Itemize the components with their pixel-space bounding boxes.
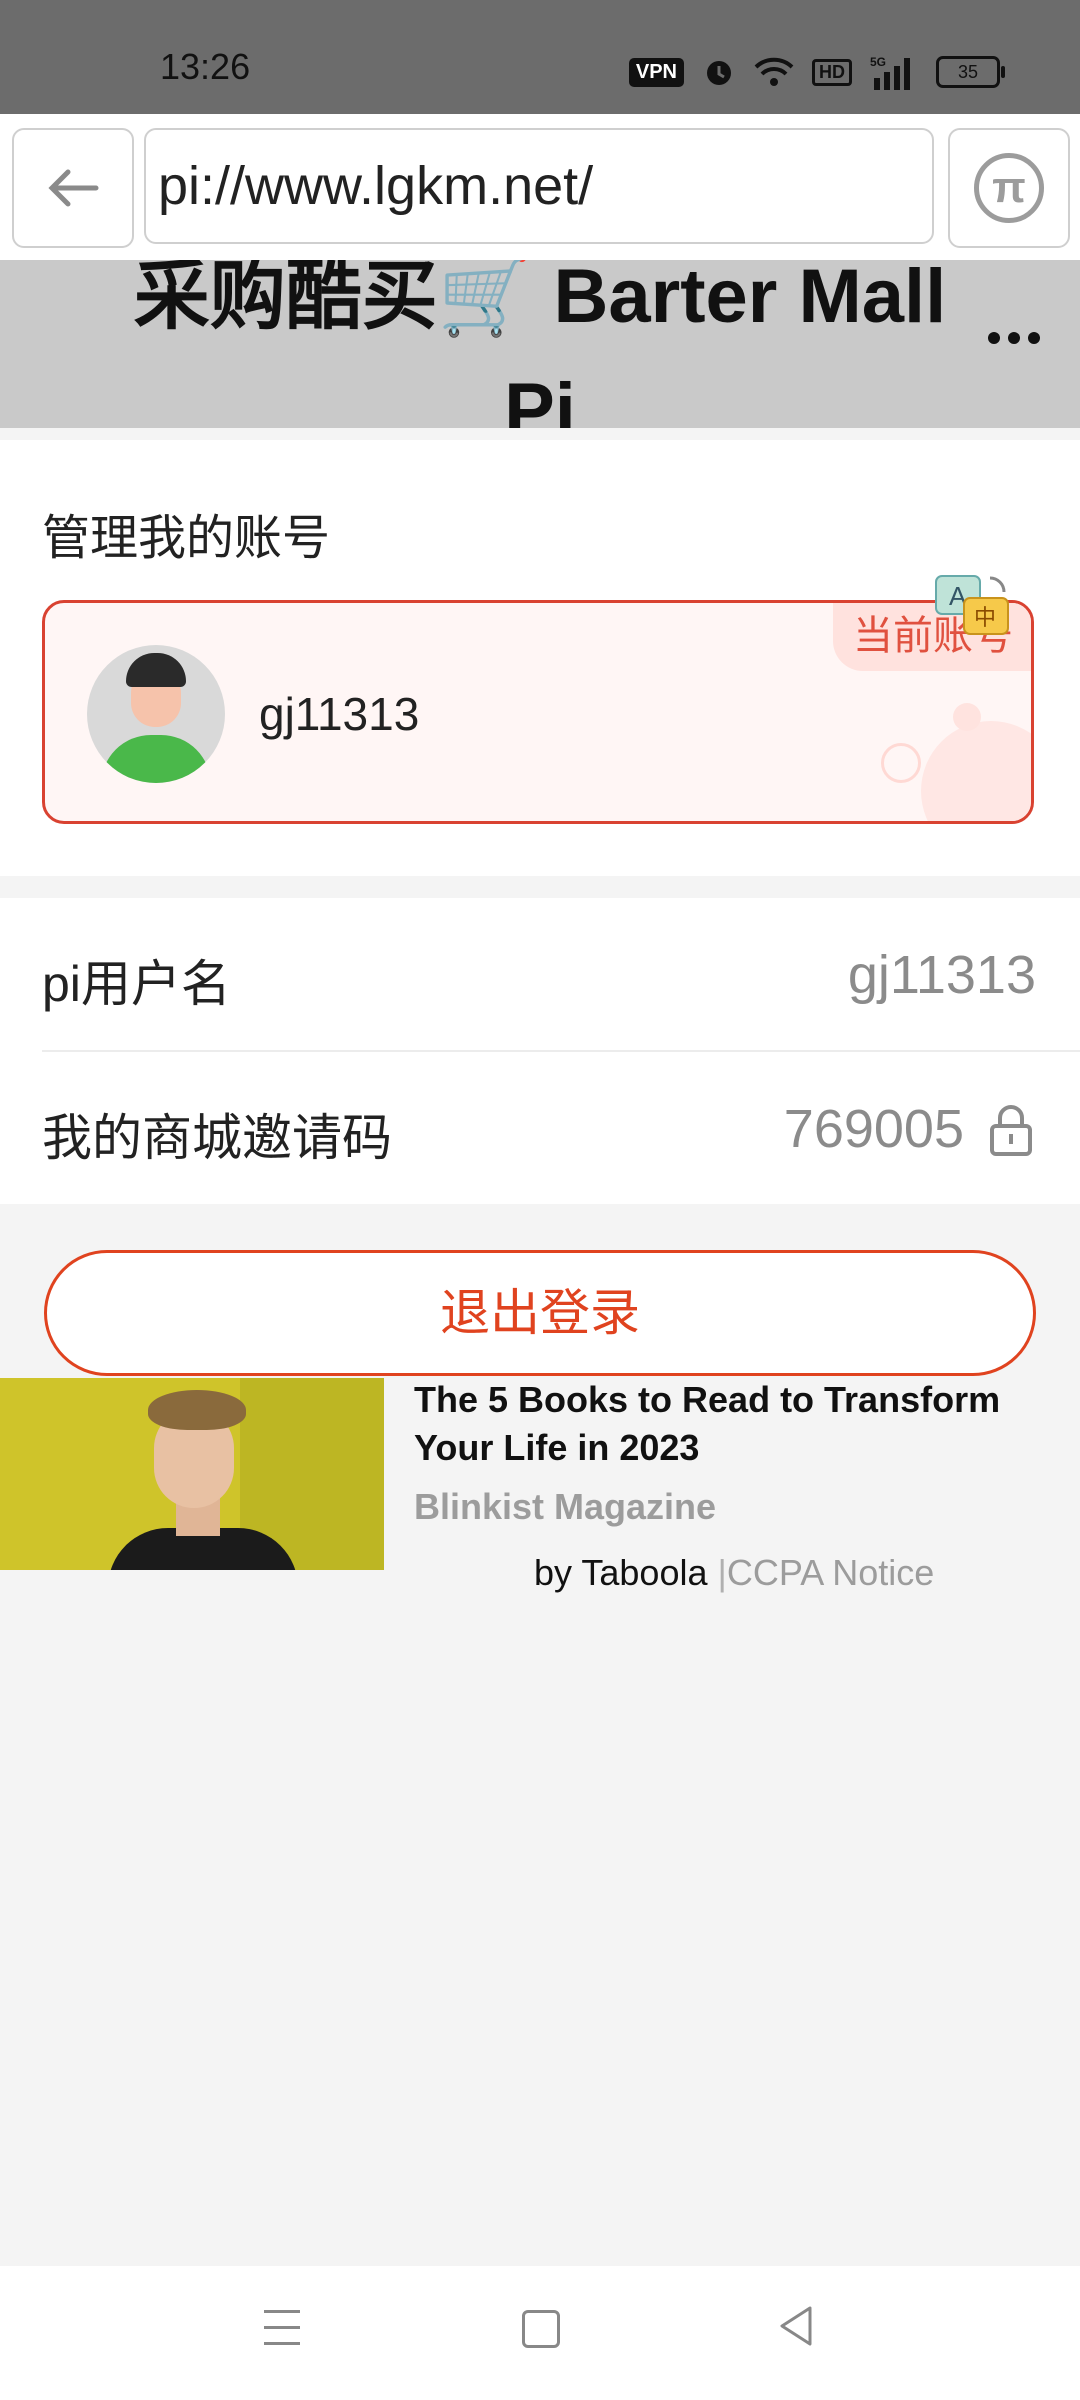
status-time: 13:26	[160, 46, 251, 87]
arrow-left-icon	[48, 169, 99, 207]
signal-icon: 5G	[870, 55, 910, 90]
home-button[interactable]	[522, 2310, 560, 2348]
decor-dot	[953, 703, 981, 731]
pi-browser-button[interactable]: π	[948, 128, 1070, 248]
nav-back-icon[interactable]	[776, 2304, 816, 2348]
account-card[interactable]: gj11313 当前账号	[42, 600, 1034, 824]
system-nav-bar	[0, 2266, 1080, 2400]
ad-title[interactable]: The 5 Books to Read to Transform Your Li…	[414, 1376, 1054, 1472]
pi-username-value: gj11313	[847, 945, 1036, 1005]
page-header: 采购酷买🛒 Barter Mall Pi	[0, 260, 1080, 428]
alarm-icon	[707, 61, 731, 85]
lock-icon	[990, 1105, 1032, 1156]
status-bar: 13:26 VPN HD 5G 35	[0, 0, 1080, 114]
ad-attribution: by Taboola |CCPA Notice	[534, 1552, 934, 1594]
status-icons: VPN HD 5G 35	[628, 52, 1005, 92]
ad-image[interactable]	[0, 1378, 384, 1570]
browser-toolbar: pi://www.lgkm.net/ π	[0, 114, 1080, 260]
translate-icon[interactable]: A 中	[934, 570, 1014, 640]
taboola-link[interactable]: by Taboola	[534, 1552, 707, 1593]
pi-username-row: pi用户名 gj11313	[42, 898, 1080, 1052]
hd-badge: HD	[812, 58, 852, 86]
page-title: 采购酷买🛒 Barter Mall Pi	[133, 260, 947, 428]
ccpa-notice-link[interactable]: CCPA Notice	[727, 1552, 934, 1593]
account-username: gj11313	[259, 688, 420, 740]
decor-ring	[881, 743, 921, 783]
recent-apps-button[interactable]	[264, 2310, 300, 2346]
attribution-separator: |	[717, 1552, 727, 1593]
section-title: 管理我的账号	[42, 512, 331, 565]
battery-icon: 35	[936, 56, 1005, 88]
vpn-badge: VPN	[628, 57, 684, 87]
svg-text:中: 中	[974, 606, 996, 631]
invite-code-value: 769005	[783, 1099, 964, 1159]
url-field[interactable]: pi://www.lgkm.net/	[144, 128, 934, 244]
avatar	[87, 645, 225, 783]
decor-circle	[921, 721, 1031, 821]
more-options-icon[interactable]	[988, 332, 1040, 344]
back-button[interactable]	[12, 128, 134, 248]
pi-username-label: pi用户名	[42, 956, 231, 1012]
svg-text:5G: 5G	[870, 55, 886, 69]
ad-source[interactable]: Blinkist Magazine	[414, 1486, 716, 1528]
pi-logo-icon: π	[974, 153, 1044, 223]
manage-account-section: 管理我的账号 gj11313 当前账号	[0, 440, 1080, 876]
invite-code-label: 我的商城邀请码	[42, 1110, 392, 1166]
invite-code-row: 我的商城邀请码 769005	[42, 1052, 1080, 1204]
logout-button[interactable]: 退出登录	[44, 1250, 1036, 1376]
account-info-section: pi用户名 gj11313 我的商城邀请码 769005	[0, 898, 1080, 1204]
wifi-icon	[754, 57, 794, 86]
